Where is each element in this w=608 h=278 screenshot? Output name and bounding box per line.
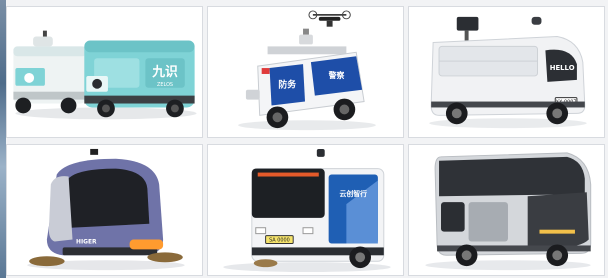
brand-subtext: ZELOS [157,82,173,88]
white-shuttle-image: HELLO XX 0007 [429,16,587,129]
brand-text: HIGER [76,239,97,245]
brand-text: 云创智行 [340,189,368,198]
patrol-robot-image: 防务 警察 [238,10,376,131]
brand-subtext: 警察 [329,70,345,80]
brand-text: HELLO [550,64,575,72]
cleaning-robot-image: HIGER [27,148,185,271]
tile-delivery-vans[interactable]: 九识 ZELOS [6,6,203,138]
minibus-image [425,152,592,271]
tile-cleaning-robot[interactable]: HIGER [6,144,203,276]
tile-white-shuttle[interactable]: HELLO XX 0007 [408,6,605,138]
brand-text: 九识 [151,65,178,80]
plate-text: SA 0000 [269,238,290,244]
sweeper-truck-image: 云创智行 SA 0000 [223,148,391,273]
delivery-vans-image: 九识 ZELOS [13,30,197,120]
tile-minibus[interactable] [408,144,605,276]
tile-sweeper-truck[interactable]: 云创智行 SA 0000 [207,144,404,276]
tile-patrol-robot[interactable]: 防务 警察 [207,6,404,138]
vehicle-image-grid: 九识 ZELOS 防务 警察 HELLO HIGER 云创智行 SA 0000 [6,6,606,276]
brand-text: 防务 [278,79,296,91]
